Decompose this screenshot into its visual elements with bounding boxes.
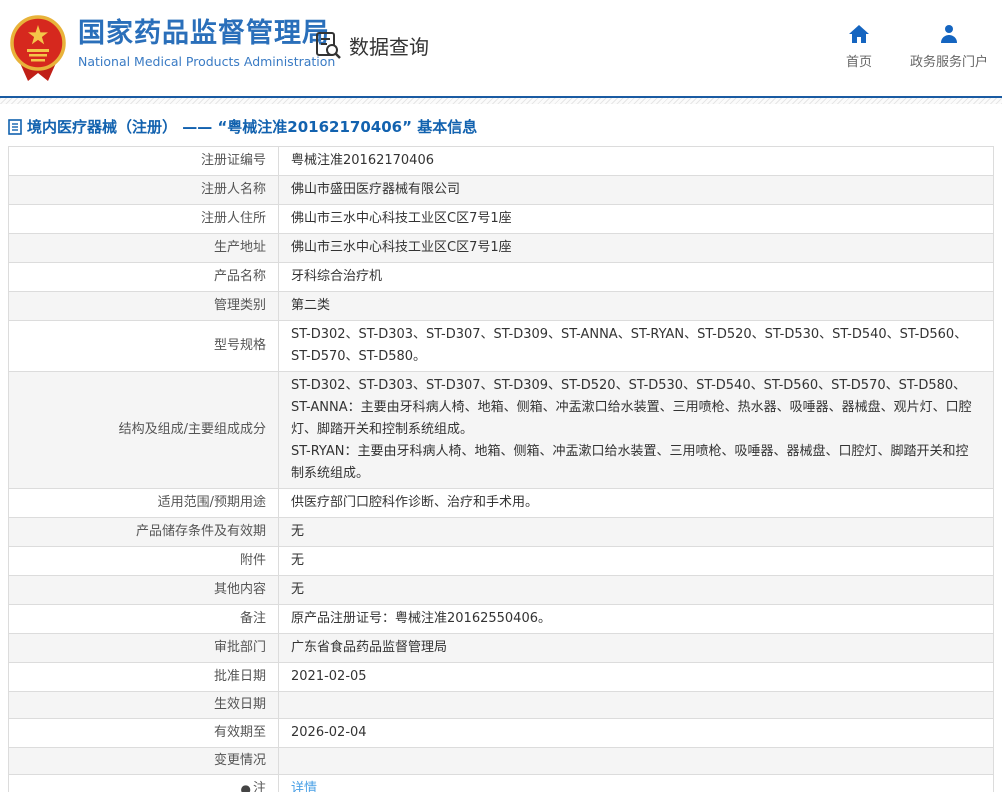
table-row: ● 注 详情 xyxy=(9,775,993,792)
row-label: 备注 xyxy=(9,605,279,633)
row-label-text: 注 xyxy=(252,781,266,792)
row-label: 注册证编号 xyxy=(9,147,279,175)
row-label: 附件 xyxy=(9,547,279,575)
table-row: 注册人住所 佛山市三水中心科技工业区C区7号1座 xyxy=(9,205,993,234)
row-value: 2026-02-04 xyxy=(291,725,367,740)
row-value: 佛山市三水中心科技工业区C区7号1座 xyxy=(291,240,512,255)
table-row: 产品名称 牙科综合治疗机 xyxy=(9,263,993,292)
table-row: 其他内容 无 xyxy=(9,576,993,605)
top-nav: 首页 政务服务门户 xyxy=(846,24,988,70)
data-query-label: 数据查询 xyxy=(349,34,429,59)
nmpa-emblem-logo[interactable] xyxy=(10,13,66,83)
table-row: 注册人名称 佛山市盛田医疗器械有限公司 xyxy=(9,176,993,205)
row-value: ST-D302、ST-D303、ST-D307、ST-D309、ST-D520、… xyxy=(291,378,972,481)
table-row: 有效期至 2026-02-04 xyxy=(9,719,993,748)
row-label: 适用范围/预期用途 xyxy=(9,489,279,517)
row-label: 产品储存条件及有效期 xyxy=(9,518,279,546)
national-emblem-icon xyxy=(10,15,66,81)
site-header: 国家药品监督管理局 National Medical Products Admi… xyxy=(0,0,1002,96)
brand-block: 国家药品监督管理局 National Medical Products Admi… xyxy=(78,18,335,69)
row-value: 第二类 xyxy=(291,298,331,313)
table-row: 生产地址 佛山市三水中心科技工业区C区7号1座 xyxy=(9,234,993,263)
document-icon xyxy=(8,118,22,135)
table-row: 结构及组成/主要组成成分 ST-D302、ST-D303、ST-D307、ST-… xyxy=(9,372,993,489)
row-value: 广东省食品药品监督管理局 xyxy=(291,640,448,655)
row-label: 有效期至 xyxy=(9,719,279,747)
table-row: 生效日期 xyxy=(9,692,993,719)
table-row: 审批部门 广东省食品药品监督管理局 xyxy=(9,634,993,663)
data-query-module[interactable]: 数据查询 xyxy=(313,30,429,60)
row-label: 审批部门 xyxy=(9,634,279,662)
table-row: 备注 原产品注册证号：粤械注准20162550406。 xyxy=(9,605,993,634)
table-row: 批准日期 2021-02-05 xyxy=(9,663,993,692)
registration-info-table: 注册证编号 粤械注准20162170406 注册人名称 佛山市盛田医疗器械有限公… xyxy=(8,146,994,792)
table-row: 变更情况 xyxy=(9,748,993,775)
detail-link[interactable]: 详情 xyxy=(291,778,317,792)
row-label: 结构及组成/主要组成成分 xyxy=(9,372,279,488)
row-label: 产品名称 xyxy=(9,263,279,291)
row-label: 注册人住所 xyxy=(9,205,279,233)
nav-gov-portal-label: 政务服务门户 xyxy=(909,55,988,70)
row-label: 变更情况 xyxy=(9,748,279,774)
row-value: 供医疗部门口腔科作诊断、治疗和手术用。 xyxy=(291,495,539,510)
row-value: 详情 xyxy=(279,775,993,792)
row-label: ● 注 xyxy=(9,775,279,792)
row-value: 无 xyxy=(291,582,305,597)
row-value: 粤械注准20162170406 xyxy=(291,153,434,168)
nav-home-label: 首页 xyxy=(845,55,872,70)
row-value: ST-D302、ST-D303、ST-D307、ST-D309、ST-ANNA、… xyxy=(291,327,968,364)
hatch-band xyxy=(0,98,1002,104)
page-title-bar: 境内医疗器械（注册） —— “粤械注准20162170406” 基本信息 xyxy=(8,116,994,137)
row-value: 2021-02-05 xyxy=(291,669,367,684)
row-value: 无 xyxy=(291,524,305,539)
row-value: 佛山市三水中心科技工业区C区7号1座 xyxy=(291,211,512,226)
row-label: 生产地址 xyxy=(9,234,279,262)
row-value: 佛山市盛田医疗器械有限公司 xyxy=(291,182,461,197)
brand-title-cn: 国家药品监督管理局 xyxy=(78,18,330,49)
data-query-icon xyxy=(316,32,341,59)
row-label: 批准日期 xyxy=(9,663,279,691)
brand-title-en: National Medical Products Administration xyxy=(78,54,336,69)
row-value: 牙科综合治疗机 xyxy=(291,269,383,284)
table-row: 适用范围/预期用途 供医疗部门口腔科作诊断、治疗和手术用。 xyxy=(9,489,993,518)
page-title: 境内医疗器械（注册） —— “粤械注准20162170406” 基本信息 xyxy=(27,118,478,136)
row-value xyxy=(279,692,993,718)
note-bullet-icon: ● xyxy=(240,782,251,792)
table-row: 产品储存条件及有效期 无 xyxy=(9,518,993,547)
nav-item-gov-portal[interactable]: 政务服务门户 xyxy=(910,24,988,70)
row-value: 原产品注册证号：粤械注准20162550406。 xyxy=(291,611,551,626)
row-label: 注册人名称 xyxy=(9,176,279,204)
home-icon xyxy=(848,25,869,43)
row-label: 其他内容 xyxy=(9,576,279,604)
table-row: 注册证编号 粤械注准20162170406 xyxy=(9,147,993,176)
table-row: 附件 无 xyxy=(9,547,993,576)
row-label: 生效日期 xyxy=(9,692,279,718)
row-value xyxy=(279,748,993,774)
table-row: 管理类别 第二类 xyxy=(9,292,993,321)
row-value: 无 xyxy=(291,553,305,568)
row-label: 型号规格 xyxy=(9,321,279,371)
nav-item-home[interactable]: 首页 xyxy=(846,24,872,70)
user-icon xyxy=(940,25,957,43)
table-row: 型号规格 ST-D302、ST-D303、ST-D307、ST-D309、ST-… xyxy=(9,321,993,372)
row-label: 管理类别 xyxy=(9,292,279,320)
